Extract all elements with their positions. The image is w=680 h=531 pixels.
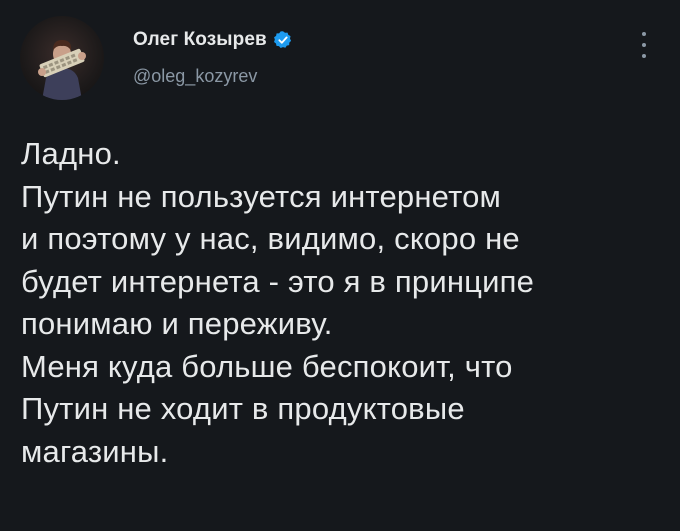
more-dot	[642, 54, 646, 58]
tweet-text: Ладно. Путин не пользуется интернетом и …	[21, 133, 666, 473]
more-dot	[642, 32, 646, 36]
tweet-text-line: Путин не пользуется интернетом	[21, 178, 502, 214]
avatar[interactable]	[20, 16, 104, 100]
verified-badge-icon	[273, 30, 293, 50]
avatar-photo-image	[38, 40, 86, 100]
tweet-text-line: Ладно.	[21, 136, 121, 171]
more-vertical-icon[interactable]	[632, 30, 656, 60]
more-dot	[642, 43, 646, 47]
tweet-card: Олег Козырев @oleg_kozyrev Ладно. Путин …	[0, 0, 680, 531]
author-name-row: Олег Козырев	[133, 28, 293, 52]
tweet-text-line: Путин не ходит в продуктовые	[21, 391, 465, 426]
tweet-text-line: магазины.	[21, 433, 169, 469]
tweet-text-line: Меня куда больше беспокоит, что	[21, 348, 513, 384]
tweet-text-line: будет интернета - это я в принципе	[21, 263, 535, 299]
tweet-author: Олег Козырев @oleg_kozyrev	[133, 28, 293, 87]
tweet-text-line: понимаю и переживу.	[21, 306, 333, 341]
tweet-text-line: и поэтому у нас, видимо, скоро не	[21, 221, 520, 256]
author-handle[interactable]: @oleg_kozyrev	[133, 66, 293, 87]
author-display-name[interactable]: Олег Козырев	[133, 29, 267, 51]
